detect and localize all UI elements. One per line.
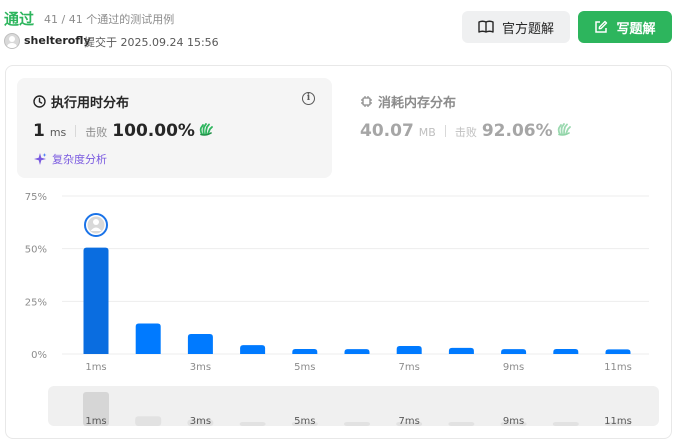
- x-tick-label: 1ms: [85, 362, 106, 373]
- y-tick-label: 0%: [31, 350, 47, 361]
- bar-11ms: [605, 349, 631, 354]
- bar-7ms: [396, 345, 422, 354]
- runtime-distribution-chart: 0% 25% 50% 75% 1ms 3ms 5ms 7ms 9ms 11ms: [25, 192, 649, 373]
- x-tick-label: 11ms: [604, 362, 632, 373]
- avatar-head: [93, 219, 99, 225]
- y-tick-label: 25%: [25, 297, 47, 308]
- range-selector[interactable]: [48, 386, 659, 426]
- bar-2ms: [135, 323, 161, 354]
- x-tick-label: 7ms: [399, 362, 420, 373]
- x-tick-label: 5ms: [294, 362, 315, 373]
- bar-10ms: [553, 348, 579, 354]
- bar-4ms: [240, 345, 266, 354]
- y-tick-label: 75%: [25, 192, 47, 203]
- y-tick-label: 50%: [25, 245, 47, 256]
- x-tick-label: 3ms: [190, 362, 211, 373]
- bar-5ms: [292, 348, 318, 354]
- bar-6ms: [344, 349, 370, 354]
- bar-8ms: [448, 347, 474, 354]
- x-tick-label: 9ms: [503, 362, 524, 373]
- bar-3ms: [187, 333, 213, 354]
- bar-9ms: [501, 349, 527, 354]
- bar-1ms: [83, 247, 109, 354]
